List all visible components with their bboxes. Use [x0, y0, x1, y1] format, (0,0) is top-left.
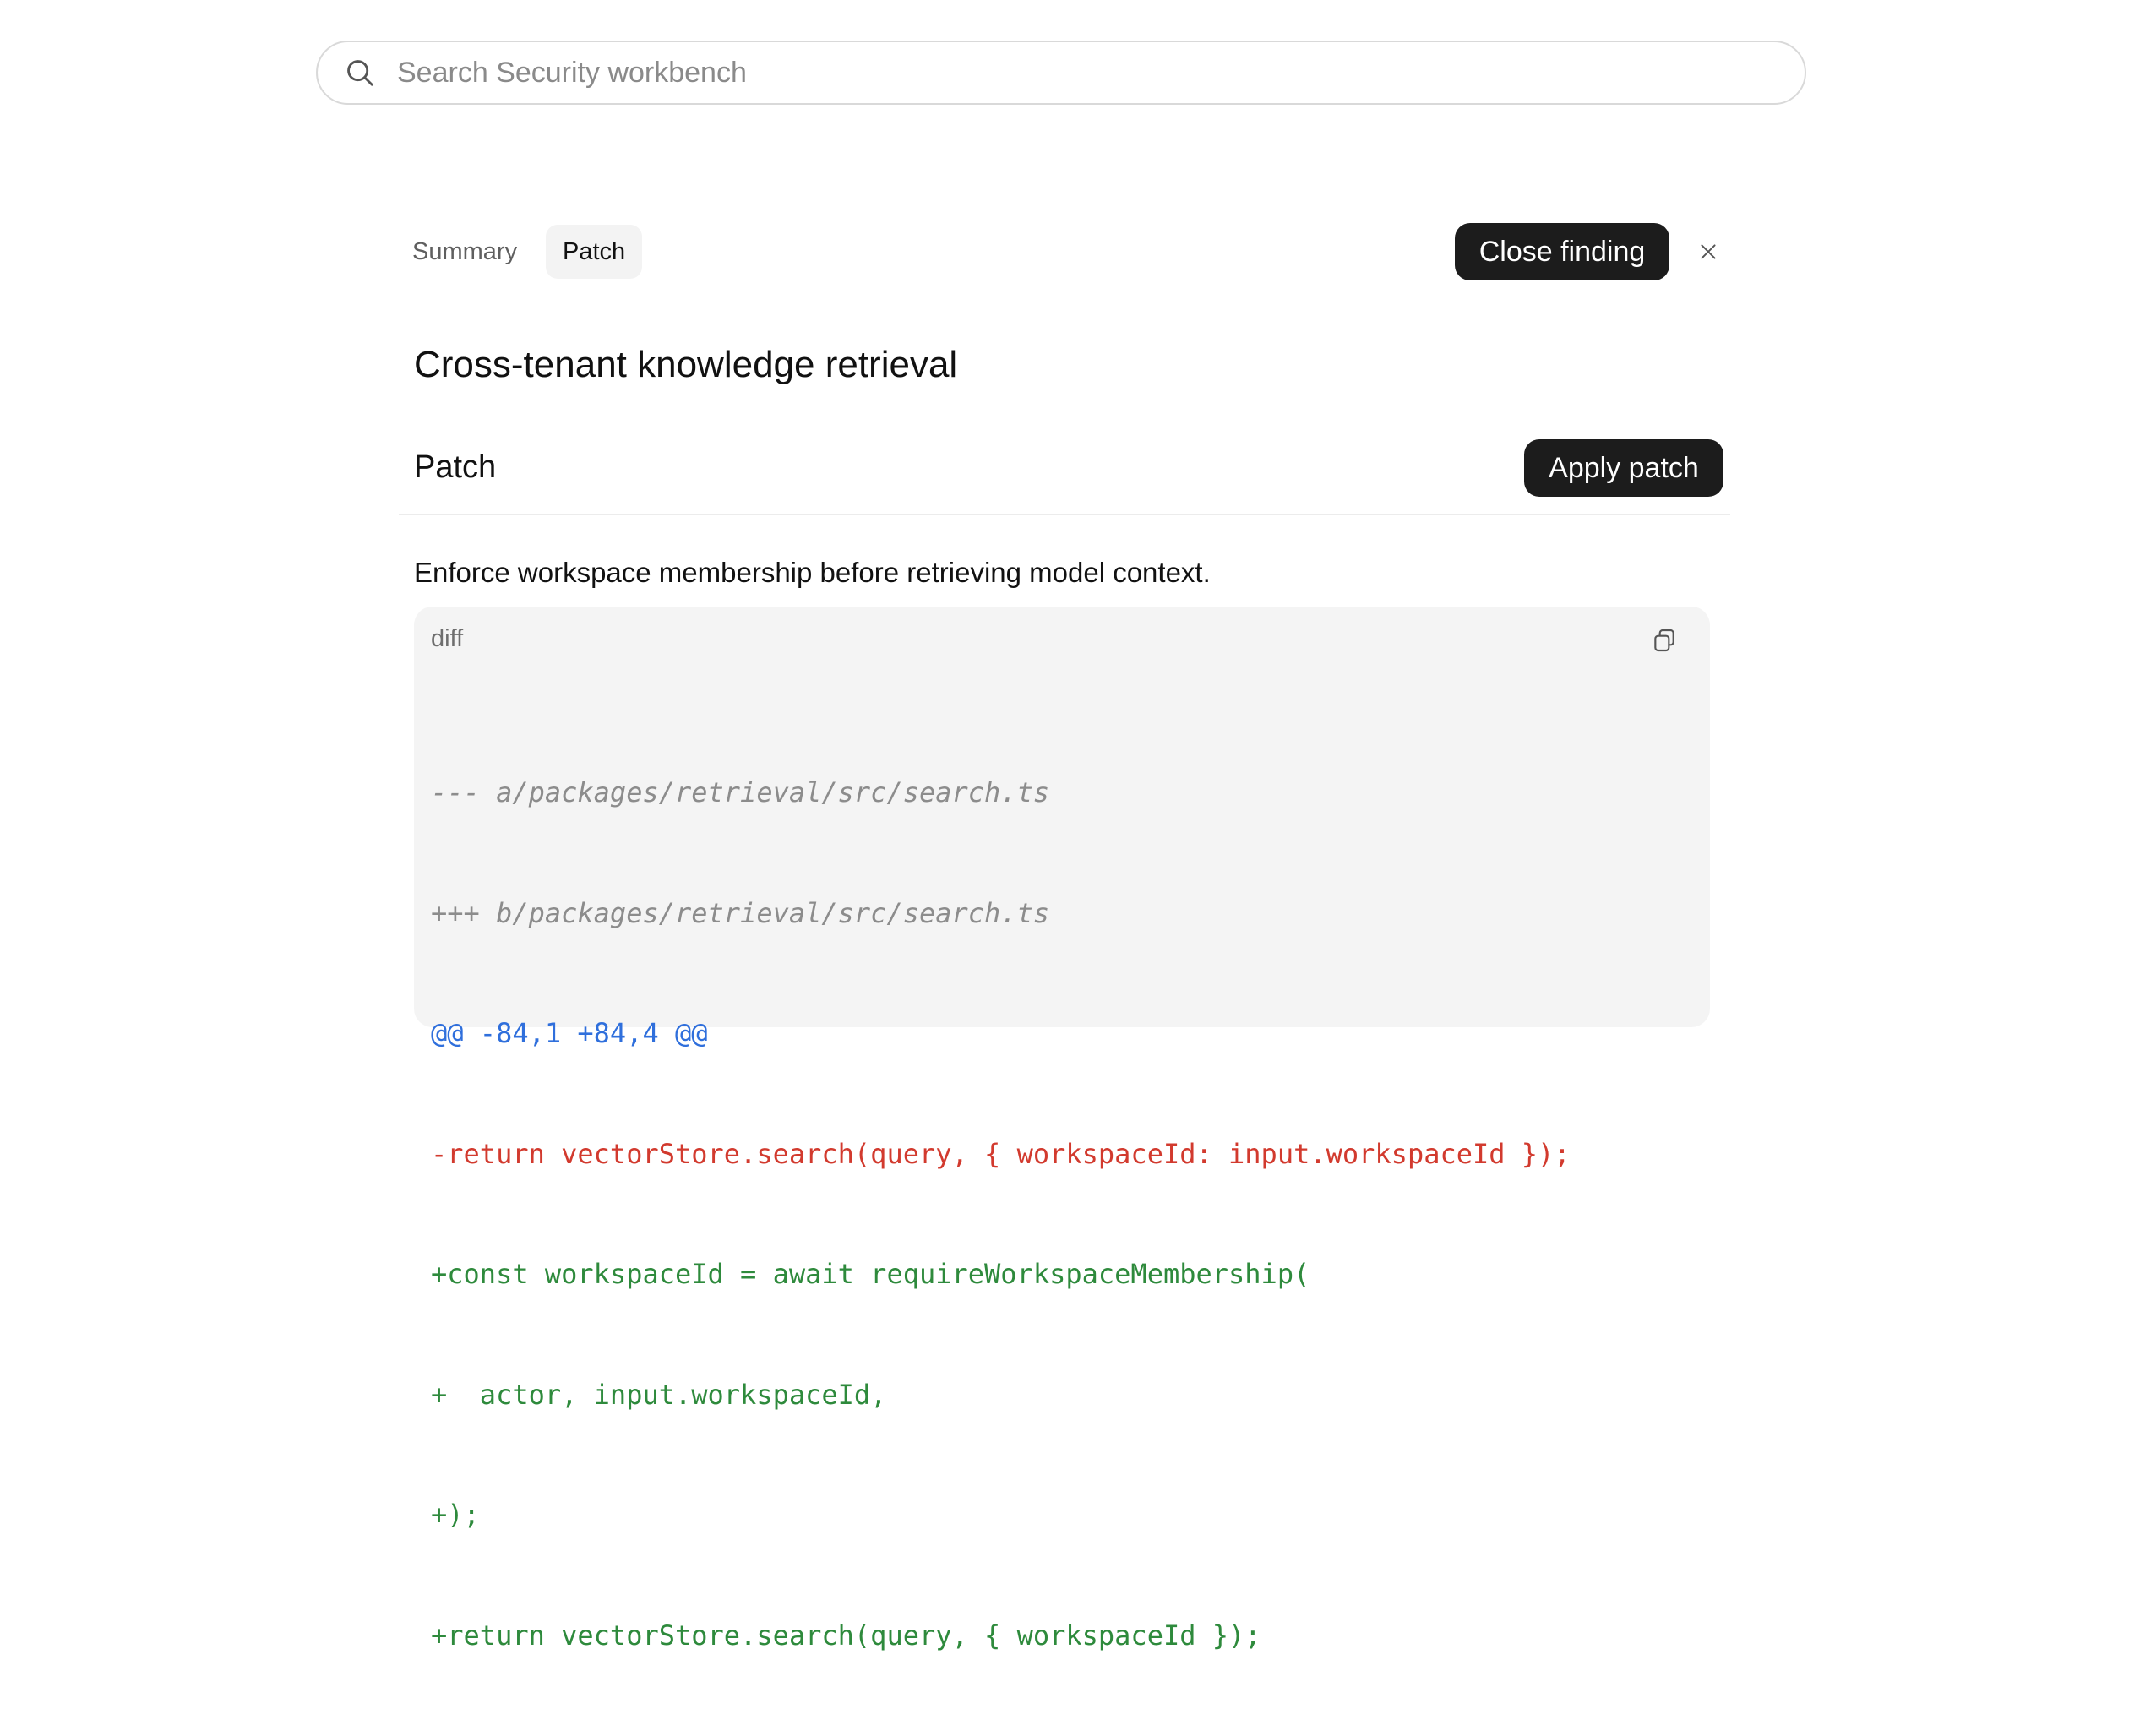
finding-title: Cross-tenant knowledge retrieval	[414, 344, 958, 385]
section-divider	[399, 514, 1730, 515]
code-block: diff --- a/packages/retrieval/src/search…	[414, 607, 1710, 1652]
search-input[interactable]	[397, 47, 1749, 98]
patch-description: Enforce workspace membership before retr…	[414, 557, 1211, 588]
patch-section-heading: Patch	[414, 449, 497, 485]
diff-line-hunk: @@ -84,1 +84,4 @@	[431, 1017, 708, 1049]
diff-line-deleted: -return vectorStore.search(query, { work…	[431, 1137, 1571, 1170]
diff-line-added: +return vectorStore.search(query, { work…	[431, 1619, 1261, 1652]
diff-line-added: +);	[431, 1499, 480, 1531]
diff-line-meta: --- a/packages/retrieval/src/search.ts	[431, 776, 1050, 808]
diff-line-meta: +++ b/packages/retrieval/src/search.ts	[431, 896, 1050, 929]
tab-summary[interactable]: Summary	[402, 225, 527, 279]
code-language-label: diff	[431, 625, 464, 652]
copy-icon[interactable]	[1649, 625, 1680, 656]
close-icon[interactable]	[1693, 237, 1723, 267]
tab-patch[interactable]: Patch	[546, 225, 643, 279]
apply-patch-button[interactable]: Apply patch	[1524, 439, 1723, 497]
search-bar[interactable]	[316, 41, 1806, 105]
search-icon	[343, 56, 377, 90]
code-lines: --- a/packages/retrieval/src/search.ts +…	[431, 693, 1571, 1736]
close-finding-button[interactable]: Close finding	[1455, 223, 1669, 280]
diff-line-added: + actor, input.workspaceId,	[431, 1378, 887, 1411]
diff-line-added: +const workspaceId = await requireWorksp…	[431, 1258, 1310, 1290]
